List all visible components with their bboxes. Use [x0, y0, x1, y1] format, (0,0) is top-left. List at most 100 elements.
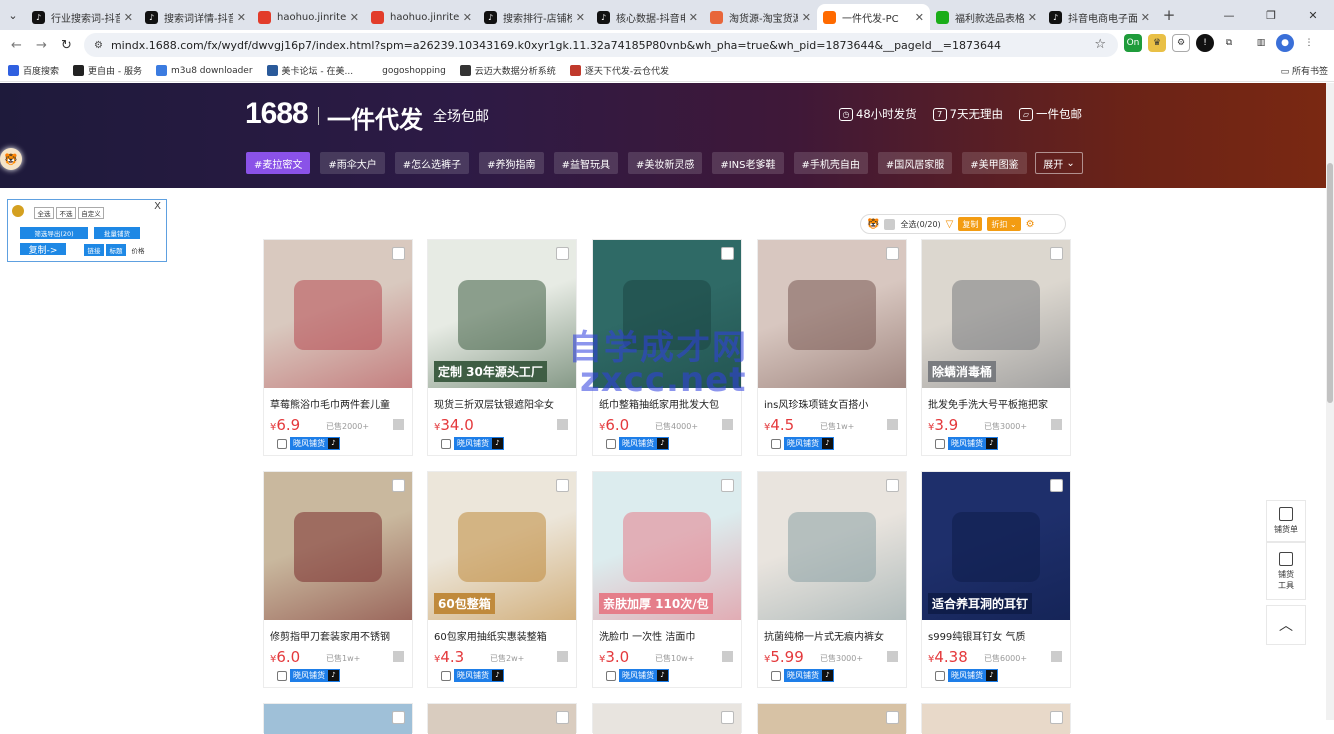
bookmark-star-icon[interactable]: ☆ — [1094, 37, 1106, 52]
close-tab-icon[interactable]: ✕ — [350, 11, 359, 24]
hot-tag[interactable]: #益智玩具 — [553, 152, 618, 174]
field-title[interactable]: 标题 — [106, 244, 126, 256]
back-to-top-button[interactable]: ︿ — [1266, 605, 1306, 645]
list-product-button[interactable]: 晓风铺货 ♪ — [619, 437, 669, 450]
browser-tab[interactable]: 淘货源-淘宝货源 ✕ — [704, 4, 817, 30]
all-bookmarks[interactable]: ▭ 所有书签 — [1281, 64, 1328, 77]
page-scrollbar[interactable] — [1326, 83, 1334, 720]
hot-tag[interactable]: #美甲图鉴 — [962, 152, 1027, 174]
product-card[interactable]: 抗菌纯棉一片式无痕内裤女 ¥5.99 已售3000+ 晓风铺货 ♪ — [757, 471, 907, 688]
bookmark-item[interactable]: 云迈大数据分析系统 — [459, 64, 556, 77]
product-image[interactable] — [264, 704, 412, 734]
product-image[interactable] — [264, 240, 412, 388]
hot-tag[interactable]: #INS老爹鞋 — [712, 152, 784, 174]
field-link[interactable]: 链接 — [84, 244, 104, 256]
extension-lion-icon[interactable]: ♛ — [1148, 34, 1166, 52]
product-select-checkbox[interactable] — [392, 711, 405, 724]
helper-select-all[interactable]: 全选 — [34, 207, 54, 219]
sidebar-toggle-icon[interactable]: ▥ — [1252, 34, 1270, 52]
maximize-icon[interactable]: ❐ — [1250, 0, 1292, 30]
product-image[interactable] — [758, 472, 906, 620]
product-compare-checkbox[interactable] — [722, 651, 733, 662]
product-card[interactable] — [427, 703, 577, 734]
hot-tag[interactable]: #麦拉密文 — [246, 152, 311, 174]
lion-float-icon[interactable]: 🐯 — [0, 148, 22, 170]
browser-tab[interactable]: haohuo.jinritemai.com ✕ — [252, 4, 365, 30]
product-compare-checkbox[interactable] — [393, 651, 404, 662]
tab-search-icon[interactable]: ⌄ — [0, 0, 26, 30]
product-title[interactable]: 洗脸巾 一次性 洁面巾 — [599, 628, 737, 643]
extension-green-icon[interactable]: On — [1124, 34, 1142, 52]
product-compare-checkbox[interactable] — [557, 651, 568, 662]
product-select-checkbox[interactable] — [392, 247, 405, 260]
product-title[interactable]: 60包家用抽纸实惠装整箱 — [434, 628, 572, 643]
product-image[interactable]: 亲肤加厚 110次/包 — [593, 472, 741, 620]
product-image[interactable] — [758, 240, 906, 388]
product-title[interactable]: ins风珍珠项链女百搭小 — [764, 396, 902, 411]
product-card[interactable]: 60包整箱 60包家用抽纸实惠装整箱 ¥4.3 已售2w+ 晓风铺货 ♪ — [427, 471, 577, 688]
new-tab-button[interactable]: + — [1156, 0, 1182, 30]
hot-tag[interactable]: #怎么选裤子 — [394, 152, 470, 174]
toolbar-copy-button[interactable]: 复制 — [958, 217, 983, 231]
product-compare-checkbox[interactable] — [722, 419, 733, 430]
product-title[interactable]: 现货三折双层钛银遮阳伞女 — [434, 396, 572, 411]
product-card[interactable] — [757, 703, 907, 734]
product-card[interactable]: 修剪指甲刀套装家用不锈钢 ¥6.0 已售1w+ 晓风铺货 ♪ — [263, 471, 413, 688]
close-tab-icon[interactable]: ✕ — [802, 11, 811, 24]
product-card[interactable]: 除螨消毒桶 批发免手洗大号平板拖把家 ¥3.9 已售3000+ 晓风铺货 ♪ — [921, 239, 1071, 456]
list-product-button[interactable]: 晓风铺货 ♪ — [454, 669, 504, 682]
hot-tag[interactable]: #养狗指南 — [479, 152, 544, 174]
product-select-checkbox[interactable] — [556, 247, 569, 260]
product-list-checkbox[interactable] — [441, 439, 451, 449]
expand-tags-button[interactable]: 展开 ⌄ — [1035, 152, 1083, 174]
close-tab-icon[interactable]: ✕ — [1028, 11, 1037, 24]
product-image[interactable] — [758, 704, 906, 734]
filter-icon[interactable]: ▽ — [946, 219, 954, 230]
product-select-checkbox[interactable] — [1050, 479, 1063, 492]
site-info-icon[interactable]: ⚙ — [94, 40, 103, 51]
product-title[interactable]: 草莓熊浴巾毛巾两件套儿童 — [270, 396, 408, 411]
product-compare-checkbox[interactable] — [887, 419, 898, 430]
product-select-checkbox[interactable] — [886, 479, 899, 492]
extension-gear-icon[interactable]: ⚙ — [1172, 34, 1190, 52]
close-tab-icon[interactable]: ✕ — [237, 11, 246, 24]
close-tab-icon[interactable]: ✕ — [124, 11, 133, 24]
product-list-checkbox[interactable] — [935, 671, 945, 681]
profile-avatar-icon[interactable]: ● — [1276, 34, 1294, 52]
product-list-checkbox[interactable] — [277, 439, 287, 449]
product-compare-checkbox[interactable] — [1051, 419, 1062, 430]
product-compare-checkbox[interactable] — [1051, 651, 1062, 662]
close-tab-icon[interactable]: ✕ — [915, 11, 924, 24]
site-logo[interactable]: 1688 — [245, 97, 309, 131]
close-tab-icon[interactable]: ✕ — [463, 11, 472, 24]
product-select-checkbox[interactable] — [1050, 247, 1063, 260]
close-tab-icon[interactable]: ✕ — [689, 11, 698, 24]
list-product-button[interactable]: 晓风铺货 ♪ — [619, 669, 669, 682]
bookmark-item[interactable]: 美卡论坛 - 在美... — [266, 64, 353, 77]
filter-export-button[interactable]: 筛选导出(20) — [20, 227, 88, 239]
select-all-checkbox[interactable] — [884, 218, 896, 230]
product-image[interactable] — [593, 704, 741, 734]
product-title[interactable]: 抗菌纯棉一片式无痕内裤女 — [764, 628, 902, 643]
address-bar[interactable]: ⚙ mindx.1688.com/fx/wydf/dwvgj16p7/index… — [84, 33, 1118, 57]
product-compare-checkbox[interactable] — [887, 651, 898, 662]
hot-tag[interactable]: #国风居家服 — [877, 152, 953, 174]
product-image[interactable]: 除螨消毒桶 — [922, 240, 1070, 388]
list-product-button[interactable]: 晓风铺货 ♪ — [948, 669, 998, 682]
hot-tag[interactable]: #手机壳自由 — [793, 152, 868, 174]
product-list-checkbox[interactable] — [935, 439, 945, 449]
listing-tools-widget[interactable]: 铺货工具 — [1266, 542, 1306, 600]
browser-tab[interactable]: haohuo.jinritemai.com ✕ — [365, 4, 478, 30]
product-list-checkbox[interactable] — [441, 671, 451, 681]
browser-tab[interactable]: ♪ 核心数据-抖音电商 ✕ — [591, 4, 704, 30]
product-image[interactable] — [264, 472, 412, 620]
helper-custom[interactable]: 自定义 — [78, 207, 104, 219]
toolbar-discount-button[interactable]: 折扣 ⌄ — [987, 217, 1021, 231]
close-tab-icon[interactable]: ✕ — [1141, 11, 1150, 24]
product-title[interactable]: 批发免手洗大号平板拖把家 — [928, 396, 1066, 411]
product-list-checkbox[interactable] — [771, 439, 781, 449]
minimize-icon[interactable]: — — [1208, 0, 1250, 30]
bookmark-item[interactable]: m3u8 downloader — [156, 64, 253, 77]
list-product-button[interactable]: 晓风铺货 ♪ — [290, 669, 340, 682]
product-list-checkbox[interactable] — [606, 439, 616, 449]
